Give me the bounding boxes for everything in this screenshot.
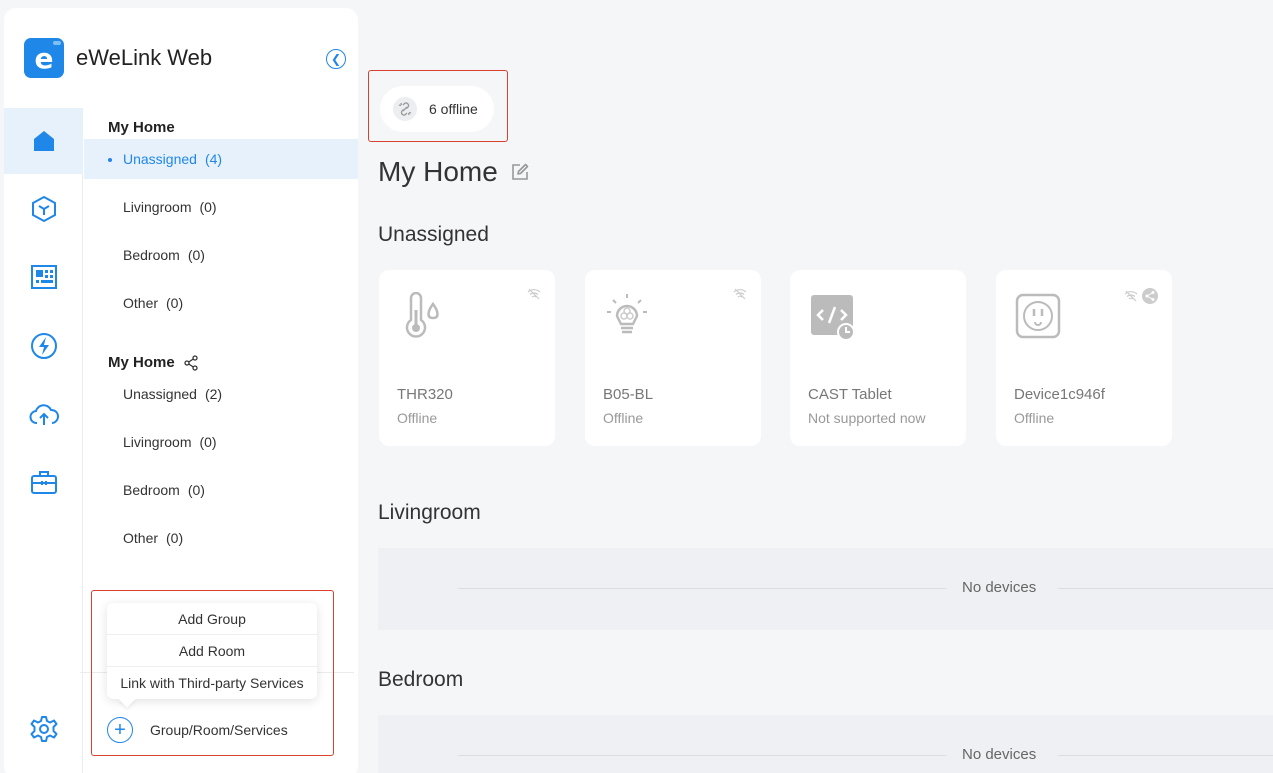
room-label: Bedroom [123, 482, 180, 498]
edit-icon[interactable] [510, 162, 530, 182]
divider [1058, 588, 1273, 589]
room-count: (0) [187, 247, 205, 263]
divider [1058, 755, 1273, 756]
rail-toolbox[interactable] [4, 449, 83, 515]
toolbox-icon [30, 471, 57, 494]
device-status: Not supported now [808, 410, 926, 426]
section-title-livingroom: Livingroom [378, 501, 481, 524]
device-name: CAST Tablet [808, 386, 892, 403]
page-title-label: My Home [378, 156, 498, 187]
room-bedroom-shared[interactable]: Bedroom (0) [84, 470, 358, 510]
page-title: My Home [378, 156, 530, 188]
shared-icon [1142, 288, 1158, 304]
broken-link-icon [393, 97, 417, 121]
link-services-menu-item[interactable]: Link with Third-party Services [107, 667, 317, 699]
room-count: (4) [204, 151, 223, 167]
add-popup-menu: Add Group Add Room Link with Third-party… [107, 603, 317, 699]
divider [458, 588, 946, 589]
group-title-label: My Home [108, 354, 175, 371]
device-status: Offline [603, 410, 644, 426]
device-card[interactable]: Device1c946f Offline [996, 270, 1172, 446]
empty-label: No devices [962, 746, 1037, 763]
cloud-upload-icon [29, 404, 59, 425]
wifi-off-icon [1124, 290, 1138, 302]
room-label: Bedroom [123, 247, 180, 263]
collapse-sidebar-button[interactable]: ❮ [326, 49, 346, 69]
room-count: (0) [199, 434, 217, 450]
group-title-my-home[interactable]: My Home [108, 119, 175, 136]
add-label: Group/Room/Services [150, 722, 288, 738]
room-count: (0) [166, 530, 184, 546]
rail-home[interactable] [4, 108, 83, 174]
empty-livingroom: No devices [378, 548, 1273, 630]
device-card[interactable]: CAST Tablet Not supported now [790, 270, 966, 446]
room-unassigned[interactable]: Unassigned (4) [84, 139, 358, 179]
brand: e eWeLink Web [24, 38, 212, 78]
rail-energy[interactable] [4, 313, 83, 379]
room-count: (2) [204, 386, 223, 402]
bulb-icon [607, 294, 647, 334]
room-label: Other [123, 530, 159, 546]
group-title-my-home-shared[interactable]: My Home [108, 354, 199, 371]
group-title-label: My Home [108, 119, 175, 136]
cube-icon [31, 195, 56, 223]
wifi-off-icon [733, 288, 747, 300]
room-label: Unassigned [123, 386, 197, 402]
socket-icon [1015, 293, 1061, 339]
rail-cloud[interactable] [4, 381, 83, 447]
settings-icon [30, 716, 57, 742]
add-room-menu-item[interactable]: Add Room [107, 635, 317, 667]
device-card[interactable]: THR320 Offline [379, 270, 555, 446]
tablet-code-icon [811, 295, 855, 340]
share-icon [184, 354, 198, 371]
section-title-bedroom: Bedroom [378, 668, 464, 691]
wifi-off-icon [527, 288, 541, 300]
room-label: Livingroom [123, 434, 192, 450]
chevron-left-icon: ❮ [330, 52, 342, 66]
offline-count: 6 offline [429, 101, 478, 117]
room-unassigned-shared[interactable]: Unassigned (2) [84, 374, 358, 414]
add-group-menu-item[interactable]: Add Group [107, 603, 317, 635]
room-livingroom-shared[interactable]: Livingroom (0) [84, 422, 358, 462]
device-status: Offline [1014, 410, 1055, 426]
lightning-icon [30, 333, 57, 359]
room-label: Other [123, 295, 159, 311]
dashboard-icon [30, 265, 57, 289]
icon-rail [4, 108, 83, 773]
room-bedroom[interactable]: Bedroom (0) [84, 235, 358, 275]
device-card[interactable]: B05-BL Offline [585, 270, 761, 446]
divider [458, 755, 946, 756]
empty-bedroom: No devices [378, 715, 1273, 773]
app-title: eWeLink Web [76, 45, 213, 70]
room-other[interactable]: Other (0) [84, 283, 358, 323]
plus-icon: + [107, 717, 133, 743]
room-count: (0) [187, 482, 205, 498]
device-status: Offline [397, 410, 438, 426]
room-livingroom[interactable]: Livingroom (0) [84, 187, 358, 227]
section-title-unassigned: Unassigned [378, 223, 489, 246]
room-label: Unassigned [123, 151, 197, 167]
thermometer-icon [405, 292, 439, 338]
rail-settings[interactable] [4, 696, 83, 762]
empty-label: No devices [962, 579, 1037, 596]
room-other-shared[interactable]: Other (0) [84, 518, 358, 558]
device-name: Device1c946f [1014, 386, 1105, 403]
room-label: Livingroom [123, 199, 192, 215]
room-count: (0) [166, 295, 184, 311]
rail-scenes[interactable] [4, 176, 83, 242]
home-icon [33, 131, 54, 151]
rail-dashboard[interactable] [4, 244, 83, 310]
offline-badge[interactable]: 6 offline [380, 86, 494, 132]
device-name: THR320 [397, 386, 453, 403]
add-group-room-services-button[interactable]: + Group/Room/Services [107, 716, 288, 744]
ewelink-logo: e [24, 38, 64, 78]
device-name: B05-BL [603, 386, 654, 403]
room-count: (0) [199, 199, 217, 215]
